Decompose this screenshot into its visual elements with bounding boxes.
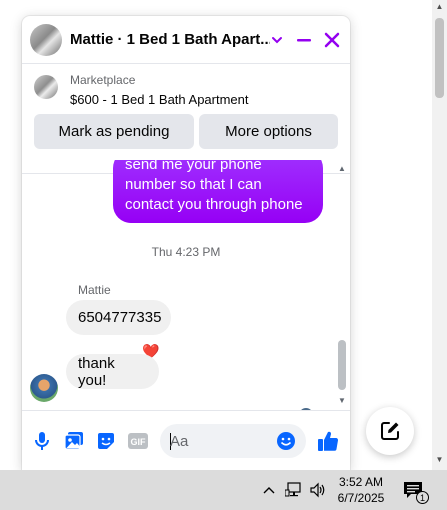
mark-as-pending-button[interactable]: Mark as pending: [34, 114, 194, 149]
taskbar: 3:52 AM 6/7/2025 1: [0, 470, 447, 510]
gif-icon[interactable]: GIF: [126, 429, 150, 453]
message-scrollbar[interactable]: ▲ ▼: [336, 160, 348, 410]
scroll-down-arrow-icon[interactable]: ▼: [336, 396, 348, 405]
compose-icon: [381, 422, 399, 440]
minimize-icon[interactable]: [292, 28, 316, 52]
marketplace-listing-panel: Marketplace $600 - 1 Bed 1 Bath Apartmen…: [22, 64, 350, 174]
outgoing-message-text: send me your phone number so that I can …: [125, 160, 303, 213]
avatar[interactable]: [30, 374, 58, 402]
network-icon[interactable]: [284, 480, 304, 500]
more-options-button[interactable]: More options: [199, 114, 338, 149]
incoming-message-text: thank you!: [78, 354, 115, 389]
sender-name: Mattie: [78, 283, 111, 297]
listing-avatar[interactable]: [30, 24, 62, 56]
page-scrollbar-thumb[interactable]: [435, 18, 444, 98]
photo-icon[interactable]: [62, 429, 86, 453]
outgoing-message[interactable]: send me your phone number so that I can …: [113, 160, 323, 223]
listing-title[interactable]: $600 - 1 Bed 1 Bath Apartment: [70, 92, 249, 107]
marketplace-label: Marketplace: [70, 73, 136, 87]
chat-window: Mattie · 1 Bed 1 Bath Apart... Marketpla…: [22, 16, 350, 470]
chevron-down-icon[interactable]: [265, 28, 289, 52]
message-scrollbar-thumb[interactable]: [338, 340, 346, 390]
message-composer: GIF: [22, 410, 350, 470]
scroll-up-arrow-icon[interactable]: ▲: [435, 2, 444, 11]
scroll-up-arrow-icon[interactable]: ▲: [336, 164, 348, 173]
chat-title[interactable]: Mattie · 1 Bed 1 Bath Apart...: [70, 31, 270, 48]
incoming-message[interactable]: 6504777335: [66, 300, 171, 335]
page-scrollbar[interactable]: ▲ ▼: [432, 0, 447, 470]
scroll-down-arrow-icon[interactable]: ▼: [435, 455, 444, 464]
microphone-icon[interactable]: [30, 429, 54, 453]
message-timestamp: Thu 4:23 PM: [151, 245, 221, 259]
clock-date: 6/7/2025: [337, 491, 385, 505]
close-icon[interactable]: [320, 28, 344, 52]
thumbs-up-icon[interactable]: [316, 429, 340, 453]
message-input-box[interactable]: [160, 424, 306, 458]
new-message-button[interactable]: [366, 407, 414, 455]
incoming-message-text: 6504777335: [78, 309, 162, 326]
show-hidden-icons-chevron-icon[interactable]: [259, 480, 279, 500]
sticker-icon[interactable]: [94, 429, 118, 453]
message-thread[interactable]: send me your phone number so that I can …: [22, 160, 350, 410]
listing-thumbnail[interactable]: [34, 75, 58, 99]
chat-header[interactable]: Mattie · 1 Bed 1 Bath Apart...: [22, 16, 350, 64]
system-clock[interactable]: 3:52 AM 6/7/2025: [332, 474, 390, 506]
volume-icon[interactable]: [308, 480, 328, 500]
clock-time: 3:52 AM: [338, 475, 384, 489]
svg-text:GIF: GIF: [131, 437, 147, 447]
emoji-icon[interactable]: [276, 431, 296, 451]
notification-count-badge: 1: [416, 491, 429, 504]
incoming-message[interactable]: thank you!: [66, 354, 159, 389]
message-input[interactable]: [170, 424, 270, 458]
